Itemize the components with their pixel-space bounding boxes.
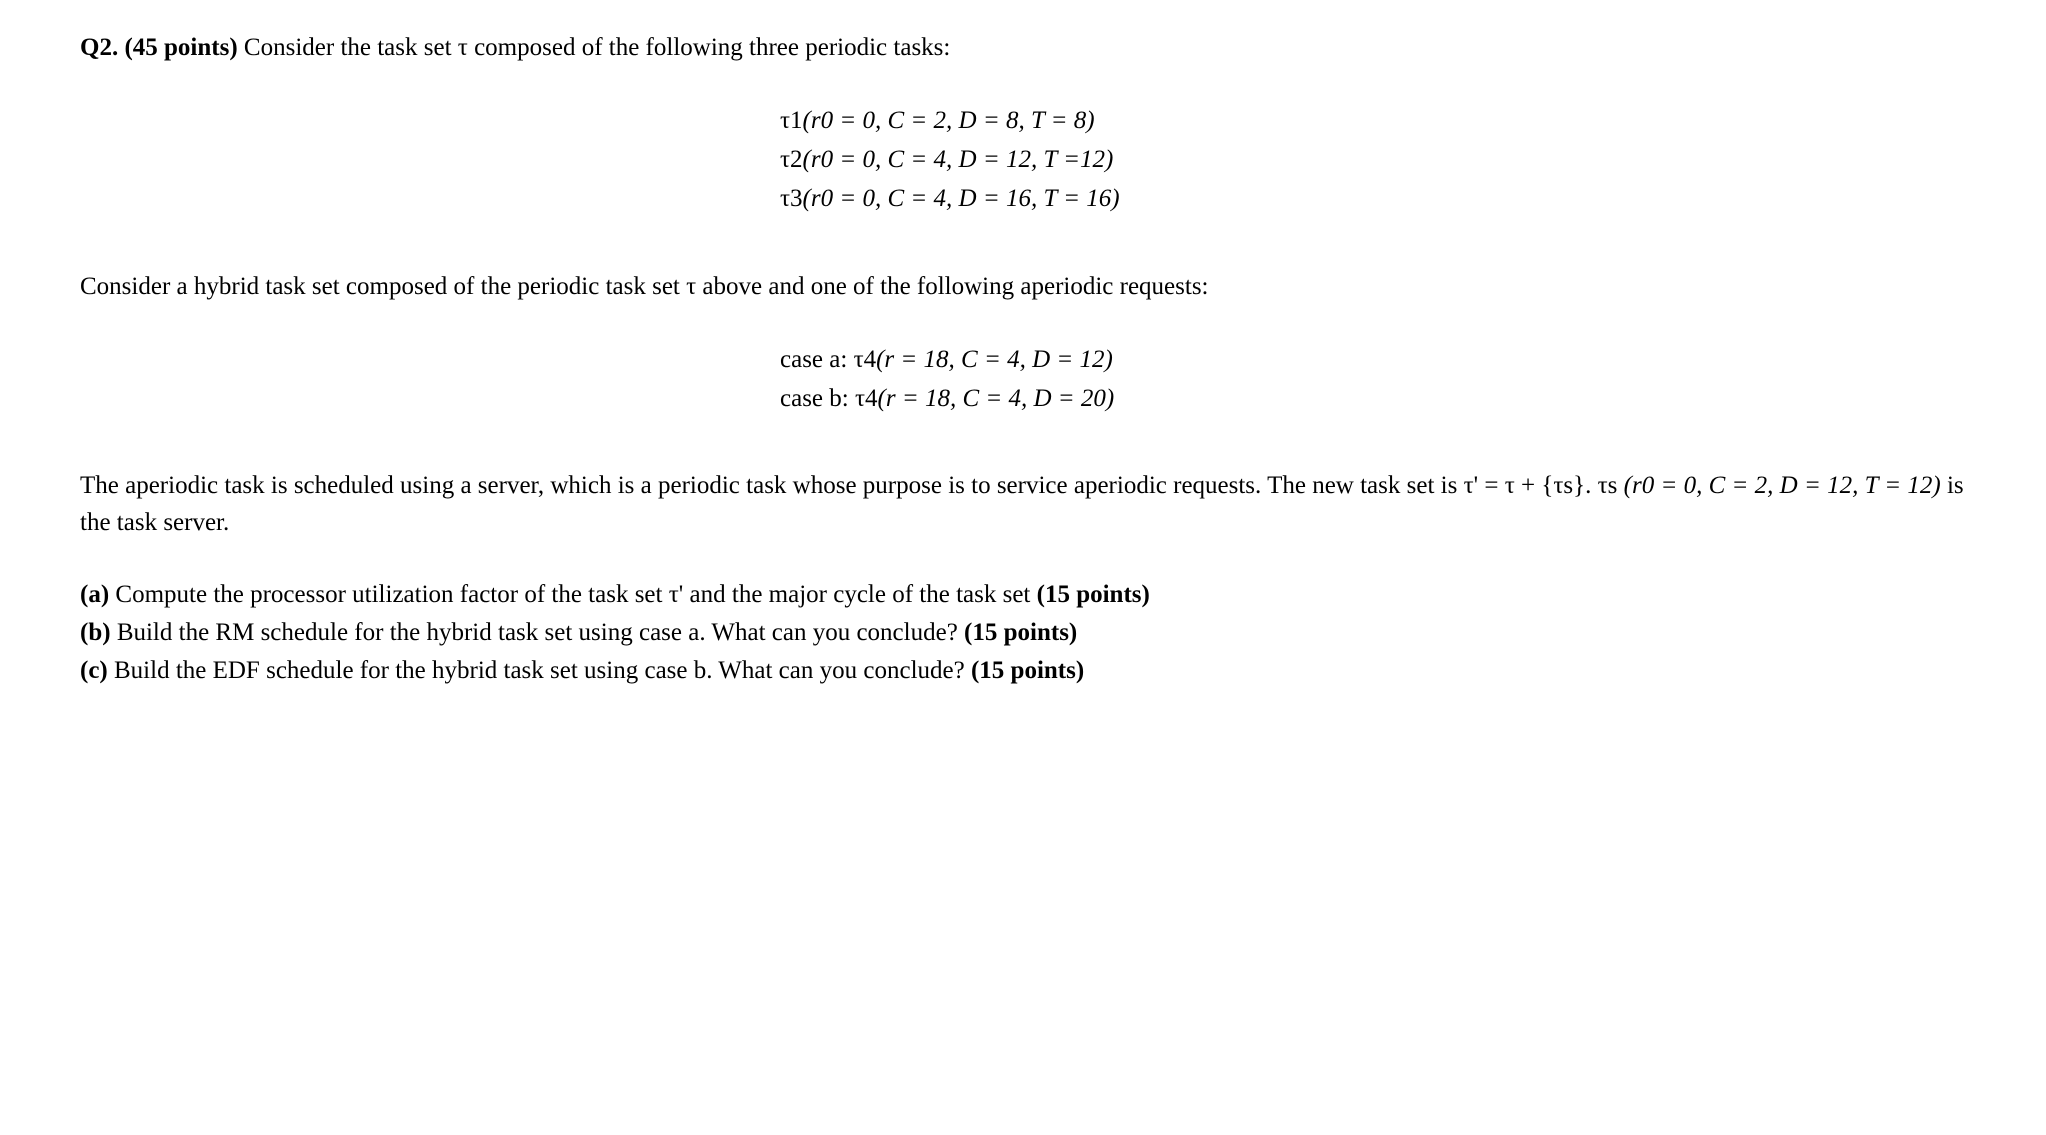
- task-name: τ3: [780, 185, 803, 212]
- task-row: τ3(r0 = 0, C = 4, D = 16, T = 16): [780, 180, 1976, 219]
- task-params: (r0 = 0, C = 4, D = 16, T = 16): [803, 185, 1120, 212]
- periodic-task-definitions: τ1(r0 = 0, C = 2, D = 8, T = 8) τ2(r0 = …: [80, 102, 1976, 218]
- case-task-name: τ4: [855, 385, 878, 412]
- subpart-text: Compute the processor utilization factor…: [109, 581, 1036, 608]
- hybrid-intro: Consider a hybrid task set composed of t…: [80, 269, 1976, 305]
- case-params: (r = 18, C = 4, D = 12): [876, 346, 1113, 373]
- server-text-a: The aperiodic task is scheduled using a …: [80, 472, 1624, 499]
- subpart-points: (15 points): [1037, 581, 1150, 608]
- subpart-text: Build the RM schedule for the hybrid tas…: [111, 619, 964, 646]
- case-params: (r = 18, C = 4, D = 20): [878, 385, 1115, 412]
- server-paragraph: The aperiodic task is scheduled using a …: [80, 468, 1976, 541]
- case-row: case b: τ4(r = 18, C = 4, D = 20): [780, 380, 1976, 419]
- document-body: Q2. (45 points) Consider the task set τ …: [0, 0, 2046, 722]
- subpart-b: (b) Build the RM schedule for the hybrid…: [80, 615, 1976, 651]
- question-header: Q2. (45 points) Consider the task set τ …: [80, 30, 1976, 66]
- question-points: (45 points): [124, 34, 237, 61]
- question-intro: Consider the task set τ composed of the …: [244, 34, 950, 61]
- case-row: case a: τ4(r = 18, C = 4, D = 12): [780, 341, 1976, 380]
- task-name: τ2: [780, 146, 803, 173]
- task-params: (r0 = 0, C = 2, D = 8, T = 8): [803, 107, 1095, 134]
- case-label: case b:: [780, 385, 855, 412]
- subpart-label: (b): [80, 619, 111, 646]
- server-params: (r0 = 0, C = 2, D = 12, T = 12): [1624, 472, 1941, 499]
- case-task-name: τ4: [854, 346, 877, 373]
- task-row: τ2(r0 = 0, C = 4, D = 12, T =12): [780, 141, 1976, 180]
- subpart-text: Build the EDF schedule for the hybrid ta…: [108, 657, 971, 684]
- question-label: Q2.: [80, 34, 118, 61]
- subpart-c: (c) Build the EDF schedule for the hybri…: [80, 653, 1976, 689]
- subpart-points: (15 points): [964, 619, 1077, 646]
- subpart-label: (a): [80, 581, 109, 608]
- subpart-a: (a) Compute the processor utilization fa…: [80, 577, 1976, 613]
- task-params: (r0 = 0, C = 4, D = 12, T =12): [803, 146, 1114, 173]
- subparts-list: (a) Compute the processor utilization fa…: [80, 577, 1976, 690]
- task-row: τ1(r0 = 0, C = 2, D = 8, T = 8): [780, 102, 1976, 141]
- subpart-points: (15 points): [971, 657, 1084, 684]
- subpart-label: (c): [80, 657, 108, 684]
- aperiodic-cases: case a: τ4(r = 18, C = 4, D = 12) case b…: [80, 341, 1976, 419]
- task-name: τ1: [780, 107, 803, 134]
- case-label: case a:: [780, 346, 854, 373]
